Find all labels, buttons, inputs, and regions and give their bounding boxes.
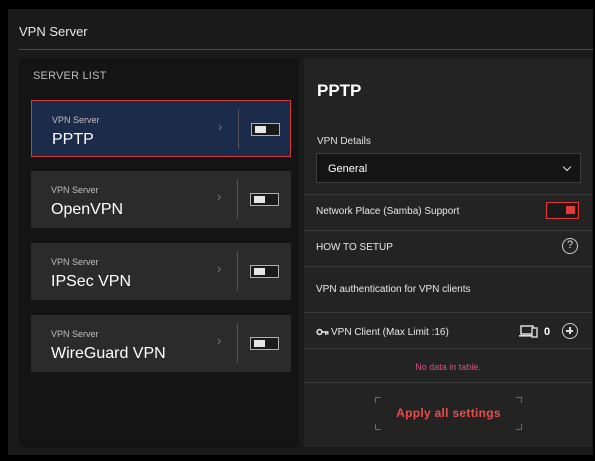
server-card-sub: VPN Server: [51, 329, 99, 339]
ipsec-enable-toggle[interactable]: [250, 265, 279, 278]
button-corner: [375, 424, 381, 430]
openvpn-enable-toggle[interactable]: [250, 193, 279, 206]
toggle-knob: [254, 196, 265, 203]
detail-title: PPTP: [317, 81, 362, 100]
vpn-details-label: VPN Details: [317, 136, 371, 147]
panel-title: VPN Server: [19, 24, 88, 39]
how-to-setup-label: HOW TO SETUP: [316, 242, 393, 253]
server-card-name: PPTP: [52, 131, 94, 148]
devices-icon: [519, 325, 538, 338]
server-card-sub: VPN Server: [51, 257, 99, 267]
apply-all-settings-button[interactable]: Apply all settings: [375, 397, 522, 430]
chevron-right-icon: ›: [217, 261, 222, 276]
samba-support-toggle[interactable]: [546, 202, 579, 219]
button-corner: [516, 397, 522, 403]
server-card-name: WireGuard VPN: [51, 345, 166, 362]
card-divider: [237, 251, 238, 291]
vpn-auth-label: VPN authentication for VPN clients: [316, 284, 471, 295]
title-divider: [19, 49, 593, 50]
server-card-sub: VPN Server: [52, 115, 100, 125]
server-list-label: SERVER LIST: [33, 70, 107, 82]
wireguard-enable-toggle[interactable]: [250, 337, 279, 350]
server-card-wireguard[interactable]: VPN Server WireGuard VPN ›: [31, 315, 291, 372]
server-card-name: IPSec VPN: [51, 273, 132, 290]
add-client-button[interactable]: [562, 323, 578, 339]
help-circle-icon[interactable]: ?: [562, 238, 578, 254]
card-divider: [237, 179, 238, 219]
client-count: 0: [544, 326, 551, 338]
select-value: General: [328, 163, 368, 175]
server-card-openvpn[interactable]: VPN Server OpenVPN ›: [31, 171, 291, 228]
row-divider: [304, 312, 592, 313]
row-divider: [304, 230, 592, 231]
toggle-knob: [255, 126, 266, 133]
chevron-right-icon: ›: [217, 189, 222, 204]
pptp-enable-toggle[interactable]: [251, 123, 280, 136]
toggle-knob: [566, 206, 575, 214]
samba-support-label: Network Place (Samba) Support: [316, 206, 460, 217]
row-divider: [304, 266, 592, 267]
server-card-sub: VPN Server: [51, 185, 99, 195]
key-icon: [316, 328, 329, 336]
card-divider: [238, 109, 239, 149]
button-corner: [375, 397, 381, 403]
chevron-down-icon: [562, 162, 572, 172]
row-divider: [304, 194, 592, 195]
button-corner: [516, 424, 522, 430]
server-card-ipsec[interactable]: VPN Server IPSec VPN ›: [31, 243, 291, 300]
row-divider: [304, 382, 592, 383]
chevron-right-icon: ›: [218, 119, 223, 134]
chevron-right-icon: ›: [217, 333, 222, 348]
vpn-client-label: VPN Client (Max Limit :16): [331, 327, 449, 338]
server-card-name: OpenVPN: [51, 201, 124, 218]
server-card-pptp[interactable]: VPN Server PPTP ›: [31, 100, 291, 157]
toggle-knob: [254, 340, 265, 347]
apply-button-label: Apply all settings: [396, 406, 501, 420]
empty-table-message: No data in table.: [415, 362, 481, 372]
vpn-details-select[interactable]: General: [316, 153, 581, 183]
row-divider: [304, 348, 592, 349]
toggle-knob: [254, 268, 265, 275]
card-divider: [237, 323, 238, 363]
